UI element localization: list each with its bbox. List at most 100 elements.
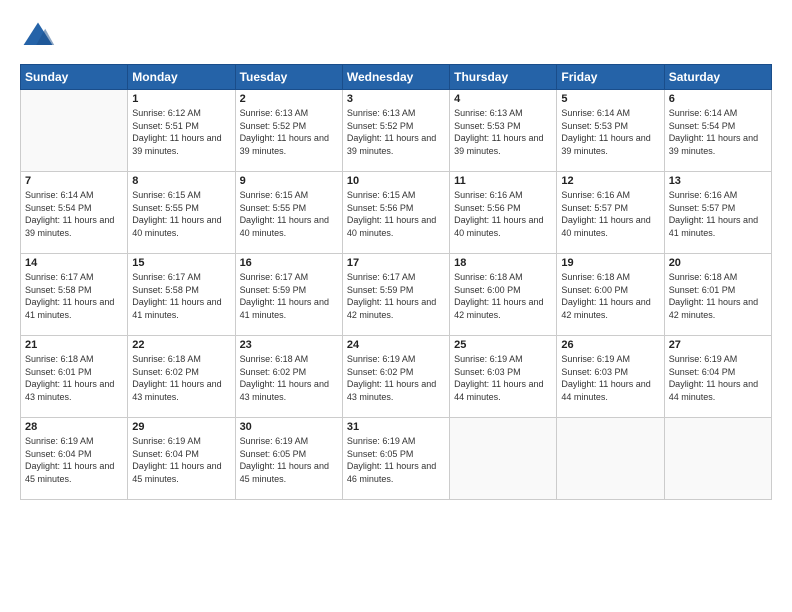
weekday-header-saturday: Saturday — [664, 65, 771, 90]
sunset-text: Sunset: 6:04 PM — [25, 449, 92, 459]
day-number: 23 — [240, 339, 338, 351]
sunset-text: Sunset: 5:55 PM — [132, 203, 199, 213]
calendar-cell: 3 Sunrise: 6:13 AMSunset: 5:52 PMDaylight… — [342, 90, 449, 172]
daylight-text: Daylight: 11 hours and 40 minutes. — [347, 215, 436, 238]
daylight-text: Daylight: 11 hours and 44 minutes. — [454, 379, 543, 402]
sunset-text: Sunset: 5:58 PM — [25, 285, 92, 295]
calendar-cell: 29Sunrise: 6:19 AMSunset: 6:04 PMDayligh… — [128, 418, 235, 500]
week-row-3: 14Sunrise: 6:17 AMSunset: 5:58 PMDayligh… — [21, 254, 772, 336]
daylight-text: Daylight: 11 hours and 41 minutes. — [132, 297, 221, 320]
day-number: 31 — [347, 421, 445, 433]
sunset-text: Sunset: 6:05 PM — [347, 449, 414, 459]
sunset-text: Sunset: 6:01 PM — [25, 367, 92, 377]
day-info: Sunrise: 6:19 AMSunset: 6:03 PMDaylight:… — [454, 353, 552, 403]
day-number: 25 — [454, 339, 552, 351]
daylight-text: Daylight: 11 hours and 39 minutes. — [347, 133, 436, 156]
week-row-1: 1Sunrise: 6:12 AMSunset: 5:51 PMDaylight… — [21, 90, 772, 172]
sunset-text: Sunset: 6:05 PM — [240, 449, 307, 459]
day-info: Sunrise: 6:17 AMSunset: 5:58 PMDaylight:… — [132, 271, 230, 321]
day-info: Sunrise: 6:19 AMSunset: 6:05 PMDaylight:… — [240, 435, 338, 485]
weekday-header-thursday: Thursday — [450, 65, 557, 90]
daylight-text: Daylight: 11 hours and 45 minutes. — [240, 461, 329, 484]
daylight-text: Daylight: 11 hours and 42 minutes. — [347, 297, 436, 320]
day-number: 28 — [25, 421, 123, 433]
sunrise-text: Sunrise: 6:15 AM — [132, 190, 201, 200]
calendar-cell: 31Sunrise: 6:19 AMSunset: 6:05 PMDayligh… — [342, 418, 449, 500]
calendar-cell: 17Sunrise: 6:17 AMSunset: 5:59 PMDayligh… — [342, 254, 449, 336]
day-number: 26 — [561, 339, 659, 351]
daylight-text: Daylight: 11 hours and 42 minutes. — [669, 297, 758, 320]
day-info: Sunrise: 6:13 AMSunset: 5:52 PMDaylight:… — [347, 107, 445, 157]
day-info: Sunrise: 6:16 AMSunset: 5:57 PMDaylight:… — [669, 189, 767, 239]
calendar-cell: 24Sunrise: 6:19 AMSunset: 6:02 PMDayligh… — [342, 336, 449, 418]
logo — [20, 18, 60, 54]
day-info: Sunrise: 6:19 AMSunset: 6:02 PMDaylight:… — [347, 353, 445, 403]
day-info: Sunrise: 6:18 AMSunset: 6:01 PMDaylight:… — [25, 353, 123, 403]
weekday-header-wednesday: Wednesday — [342, 65, 449, 90]
daylight-text: Daylight: 11 hours and 39 minutes. — [669, 133, 758, 156]
daylight-text: Daylight: 11 hours and 41 minutes. — [25, 297, 114, 320]
day-info: Sunrise: 6:18 AMSunset: 6:02 PMDaylight:… — [132, 353, 230, 403]
sunrise-text: Sunrise: 6:18 AM — [669, 272, 738, 282]
day-number: 2 — [240, 93, 338, 105]
day-info: Sunrise: 6:14 AMSunset: 5:54 PMDaylight:… — [669, 107, 767, 157]
day-info: Sunrise: 6:13 AMSunset: 5:53 PMDaylight:… — [454, 107, 552, 157]
calendar-cell: 6 Sunrise: 6:14 AMSunset: 5:54 PMDaylight… — [664, 90, 771, 172]
calendar-cell: 1Sunrise: 6:12 AMSunset: 5:51 PMDaylight… — [128, 90, 235, 172]
sunrise-text: Sunrise: 6:16 AM — [454, 190, 523, 200]
day-number: 6 — [669, 93, 767, 105]
daylight-text: Daylight: 11 hours and 39 minutes. — [561, 133, 650, 156]
sunset-text: Sunset: 5:59 PM — [240, 285, 307, 295]
day-number: 3 — [347, 93, 445, 105]
sunrise-text: Sunrise: 6:17 AM — [132, 272, 201, 282]
sunset-text: Sunset: 5:53 PM — [454, 121, 521, 131]
sunset-text: Sunset: 5:59 PM — [347, 285, 414, 295]
day-number: 18 — [454, 257, 552, 269]
sunset-text: Sunset: 6:03 PM — [454, 367, 521, 377]
day-info: Sunrise: 6:16 AMSunset: 5:57 PMDaylight:… — [561, 189, 659, 239]
sunset-text: Sunset: 6:00 PM — [454, 285, 521, 295]
calendar-cell — [21, 90, 128, 172]
sunrise-text: Sunrise: 6:19 AM — [132, 436, 201, 446]
week-row-4: 21Sunrise: 6:18 AMSunset: 6:01 PMDayligh… — [21, 336, 772, 418]
sunset-text: Sunset: 5:51 PM — [132, 121, 199, 131]
day-number: 1 — [132, 93, 230, 105]
daylight-text: Daylight: 11 hours and 46 minutes. — [347, 461, 436, 484]
day-info: Sunrise: 6:18 AMSunset: 6:01 PMDaylight:… — [669, 271, 767, 321]
sunset-text: Sunset: 6:04 PM — [669, 367, 736, 377]
calendar-cell: 23 Sunrise: 6:18 AMSunset: 6:02 PMDayligh… — [235, 336, 342, 418]
day-info: Sunrise: 6:15 AMSunset: 5:56 PMDaylight:… — [347, 189, 445, 239]
daylight-text: Daylight: 11 hours and 44 minutes. — [669, 379, 758, 402]
day-info: Sunrise: 6:17 AMSunset: 5:59 PMDaylight:… — [347, 271, 445, 321]
sunset-text: Sunset: 6:04 PM — [132, 449, 199, 459]
sunset-text: Sunset: 6:02 PM — [240, 367, 307, 377]
calendar-cell: 20 Sunrise: 6:18 AMSunset: 6:01 PMDayligh… — [664, 254, 771, 336]
day-info: Sunrise: 6:18 AMSunset: 6:00 PMDaylight:… — [561, 271, 659, 321]
week-row-2: 7Sunrise: 6:14 AMSunset: 5:54 PMDaylight… — [21, 172, 772, 254]
sunset-text: Sunset: 6:02 PM — [347, 367, 414, 377]
day-number: 10 — [347, 175, 445, 187]
day-info: Sunrise: 6:14 AMSunset: 5:54 PMDaylight:… — [25, 189, 123, 239]
daylight-text: Daylight: 11 hours and 39 minutes. — [132, 133, 221, 156]
daylight-text: Daylight: 11 hours and 39 minutes. — [240, 133, 329, 156]
sunrise-text: Sunrise: 6:13 AM — [454, 108, 523, 118]
weekday-header-friday: Friday — [557, 65, 664, 90]
daylight-text: Daylight: 11 hours and 44 minutes. — [561, 379, 650, 402]
day-info: Sunrise: 6:17 AMSunset: 5:58 PMDaylight:… — [25, 271, 123, 321]
sunrise-text: Sunrise: 6:13 AM — [347, 108, 416, 118]
day-number: 5 — [561, 93, 659, 105]
daylight-text: Daylight: 11 hours and 40 minutes. — [454, 215, 543, 238]
header — [20, 18, 772, 54]
calendar-cell: 18Sunrise: 6:18 AMSunset: 6:00 PMDayligh… — [450, 254, 557, 336]
day-number: 27 — [669, 339, 767, 351]
calendar-cell: 28Sunrise: 6:19 AMSunset: 6:04 PMDayligh… — [21, 418, 128, 500]
sunrise-text: Sunrise: 6:18 AM — [454, 272, 523, 282]
calendar-cell: 21Sunrise: 6:18 AMSunset: 6:01 PMDayligh… — [21, 336, 128, 418]
day-number: 20 — [669, 257, 767, 269]
calendar-cell: 11Sunrise: 6:16 AMSunset: 5:56 PMDayligh… — [450, 172, 557, 254]
day-number: 4 — [454, 93, 552, 105]
daylight-text: Daylight: 11 hours and 43 minutes. — [132, 379, 221, 402]
calendar-cell: 9Sunrise: 6:15 AMSunset: 5:55 PMDaylight… — [235, 172, 342, 254]
day-info: Sunrise: 6:18 AMSunset: 6:02 PMDaylight:… — [240, 353, 338, 403]
day-info: Sunrise: 6:13 AMSunset: 5:52 PMDaylight:… — [240, 107, 338, 157]
